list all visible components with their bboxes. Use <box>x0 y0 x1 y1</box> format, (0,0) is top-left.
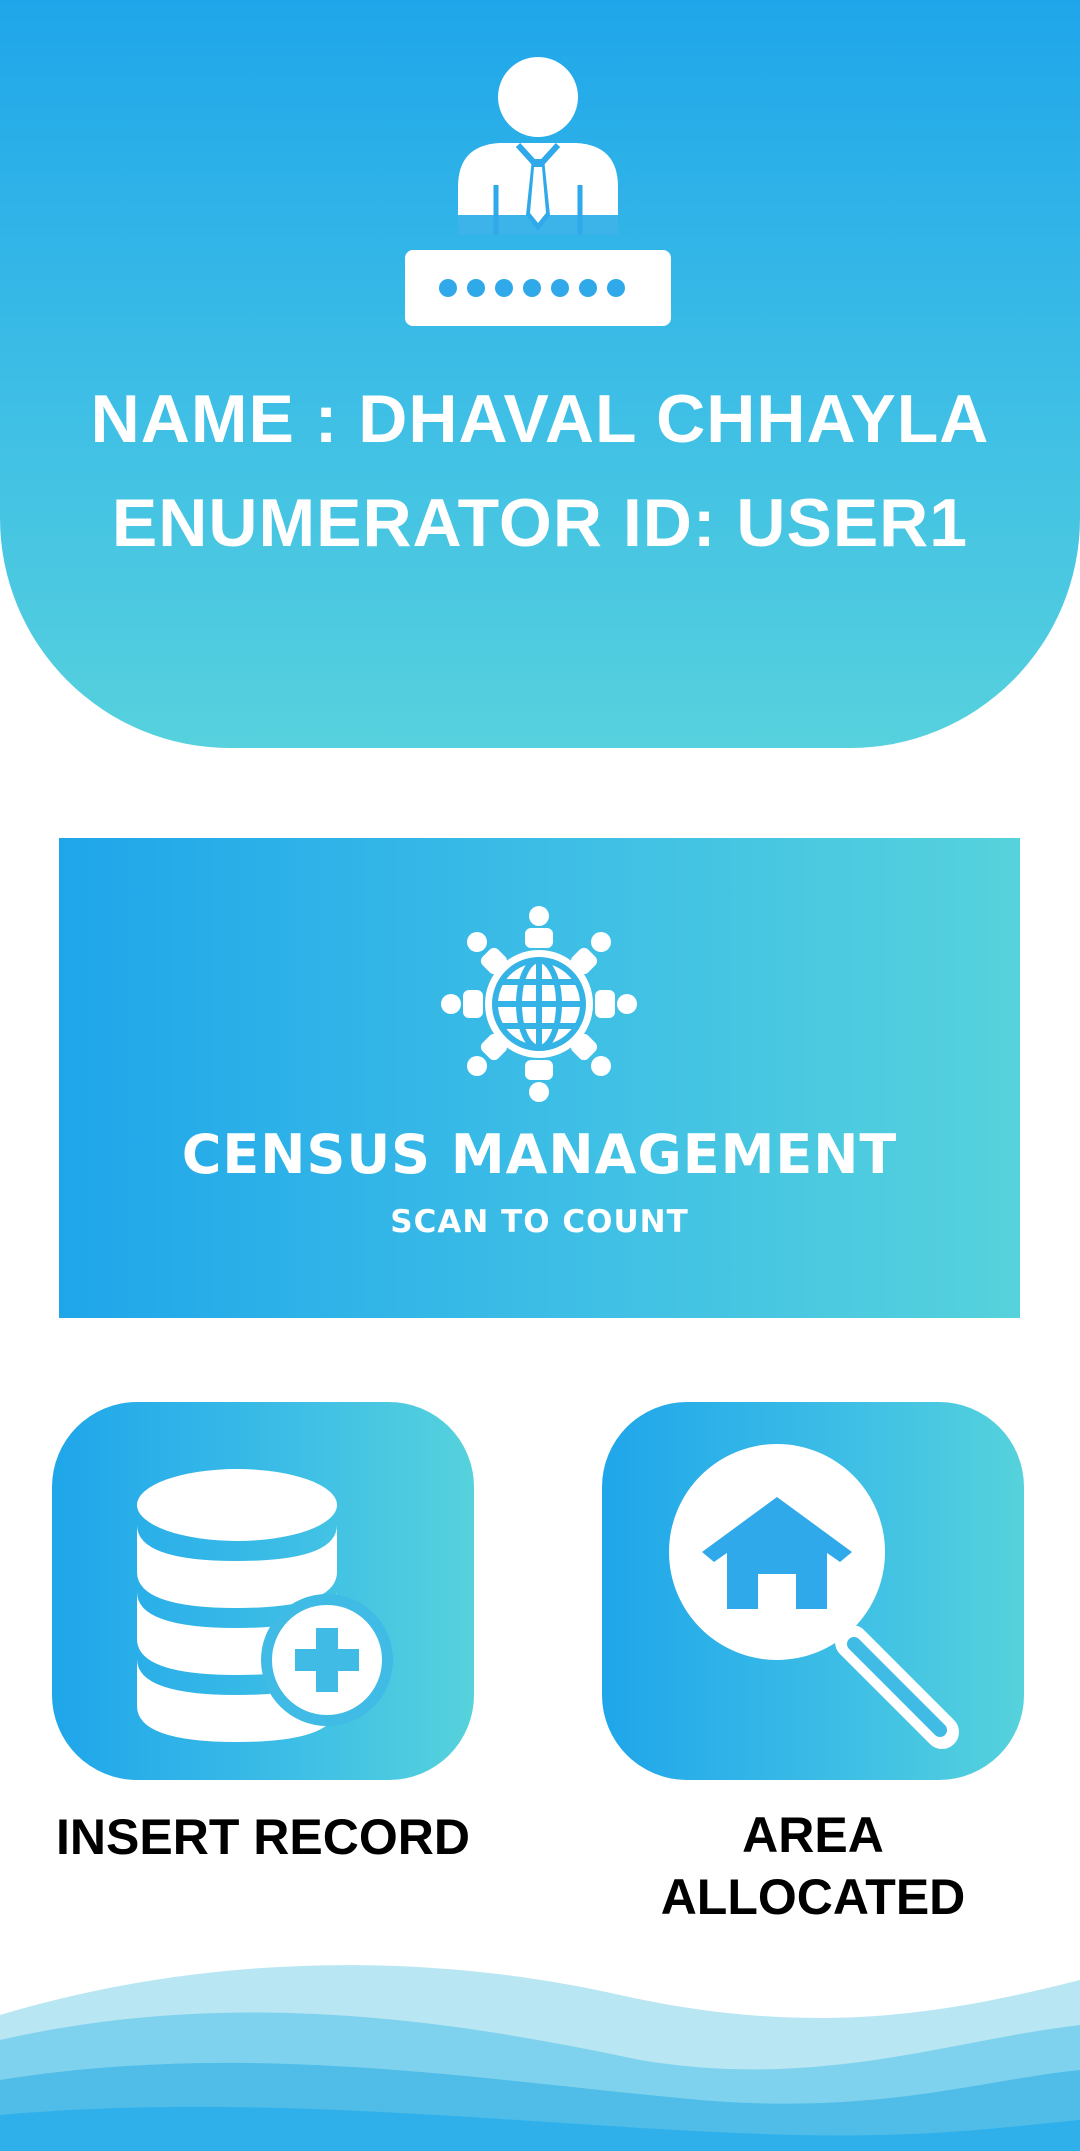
area-allocated-label: AREA ALLOCATED <box>660 1807 966 1925</box>
decorative-waves <box>0 1965 1080 2151</box>
enumerator-name: NAME : DHAVAL CHHAYLA <box>90 381 990 457</box>
home-search-icon <box>669 1444 959 1749</box>
enumerator-id: ENUMERATOR ID: USER1 <box>111 485 969 561</box>
census-subtitle: SCAN TO COUNT <box>390 1204 689 1240</box>
database-add-icon <box>137 1469 393 1742</box>
census-management-card[interactable]: CENSUS MANAGEMENT SCAN TO COUNT <box>59 838 1020 1318</box>
area-allocated-button[interactable] <box>602 1402 1024 1780</box>
insert-record-button[interactable] <box>52 1402 474 1780</box>
insert-record-label: INSERT RECORD <box>56 1809 470 1865</box>
profile-header: NAME : DHAVAL CHHAYLA ENUMERATOR ID: USE… <box>0 0 1080 748</box>
census-title: CENSUS MANAGEMENT <box>181 1123 898 1186</box>
user-password-icon <box>405 57 671 326</box>
globe-people-icon <box>441 906 637 1102</box>
